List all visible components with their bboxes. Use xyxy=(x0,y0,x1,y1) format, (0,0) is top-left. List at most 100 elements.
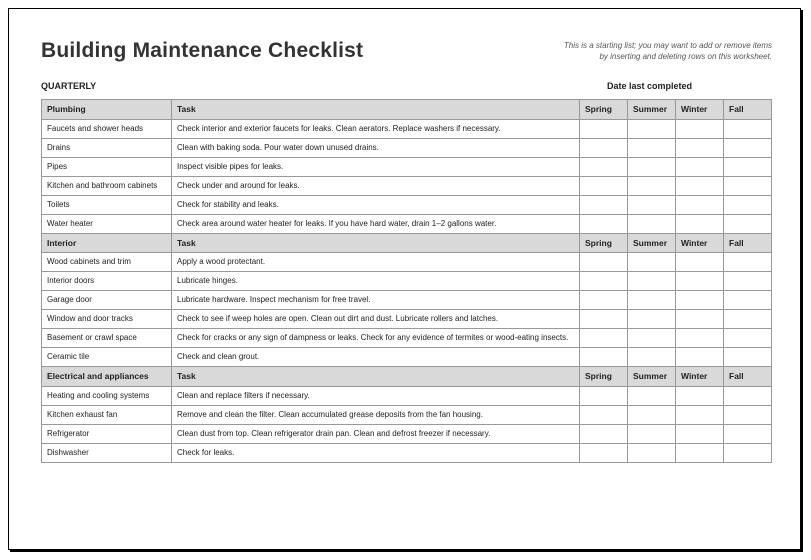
summer-cell[interactable] xyxy=(628,195,676,214)
item-cell: Kitchen exhaust fan xyxy=(42,405,172,424)
date-last-completed-label: Date last completed xyxy=(607,81,772,91)
summer-cell[interactable] xyxy=(628,157,676,176)
winter-cell[interactable] xyxy=(676,176,724,195)
summer-cell[interactable] xyxy=(628,291,676,310)
winter-cell[interactable] xyxy=(676,443,724,462)
fall-cell[interactable] xyxy=(724,272,772,291)
summer-cell[interactable] xyxy=(628,443,676,462)
col-fall-header: Fall xyxy=(724,233,772,253)
summer-cell[interactable] xyxy=(628,272,676,291)
winter-cell[interactable] xyxy=(676,291,724,310)
fall-cell[interactable] xyxy=(724,195,772,214)
spring-cell[interactable] xyxy=(580,424,628,443)
task-cell: Inspect visible pipes for leaks. xyxy=(172,157,580,176)
fall-cell[interactable] xyxy=(724,214,772,233)
col-summer-header: Summer xyxy=(628,100,676,120)
spring-cell[interactable] xyxy=(580,405,628,424)
instructions-note: This is a starting list; you may want to… xyxy=(564,39,772,63)
task-cell: Check for cracks or any sign of dampness… xyxy=(172,329,580,348)
summer-cell[interactable] xyxy=(628,253,676,272)
table-row: Wood cabinets and trimApply a wood prote… xyxy=(42,253,772,272)
item-cell: Wood cabinets and trim xyxy=(42,253,172,272)
summer-cell[interactable] xyxy=(628,424,676,443)
table-row: Interior doorsLubricate hinges. xyxy=(42,272,772,291)
col-fall-header: Fall xyxy=(724,367,772,387)
winter-cell[interactable] xyxy=(676,329,724,348)
table-row: Kitchen and bathroom cabinetsCheck under… xyxy=(42,176,772,195)
col-summer-header: Summer xyxy=(628,233,676,253)
summer-cell[interactable] xyxy=(628,310,676,329)
table-row: ToiletsCheck for stability and leaks. xyxy=(42,195,772,214)
summer-cell[interactable] xyxy=(628,405,676,424)
spring-cell[interactable] xyxy=(580,272,628,291)
col-spring-header: Spring xyxy=(580,100,628,120)
winter-cell[interactable] xyxy=(676,310,724,329)
fall-cell[interactable] xyxy=(724,443,772,462)
spring-cell[interactable] xyxy=(580,329,628,348)
header: Building Maintenance Checklist This is a… xyxy=(41,39,772,63)
fall-cell[interactable] xyxy=(724,329,772,348)
task-cell: Apply a wood protectant. xyxy=(172,253,580,272)
spring-cell[interactable] xyxy=(580,253,628,272)
winter-cell[interactable] xyxy=(676,386,724,405)
section-name: Interior xyxy=(42,233,172,253)
spring-cell[interactable] xyxy=(580,348,628,367)
winter-cell[interactable] xyxy=(676,348,724,367)
summer-cell[interactable] xyxy=(628,386,676,405)
frequency-label: QUARTERLY xyxy=(41,81,96,91)
fall-cell[interactable] xyxy=(724,386,772,405)
fall-cell[interactable] xyxy=(724,253,772,272)
fall-cell[interactable] xyxy=(724,348,772,367)
spring-cell[interactable] xyxy=(580,443,628,462)
fall-cell[interactable] xyxy=(724,138,772,157)
fall-cell[interactable] xyxy=(724,424,772,443)
winter-cell[interactable] xyxy=(676,253,724,272)
winter-cell[interactable] xyxy=(676,157,724,176)
fall-cell[interactable] xyxy=(724,176,772,195)
col-winter-header: Winter xyxy=(676,367,724,387)
sub-header: QUARTERLY Date last completed xyxy=(41,81,772,91)
winter-cell[interactable] xyxy=(676,119,724,138)
col-winter-header: Winter xyxy=(676,100,724,120)
table-row: Faucets and shower headsCheck interior a… xyxy=(42,119,772,138)
spring-cell[interactable] xyxy=(580,291,628,310)
spring-cell[interactable] xyxy=(580,310,628,329)
table-row: Kitchen exhaust fanRemove and clean the … xyxy=(42,405,772,424)
summer-cell[interactable] xyxy=(628,138,676,157)
task-cell: Check to see if weep holes are open. Cle… xyxy=(172,310,580,329)
fall-cell[interactable] xyxy=(724,310,772,329)
spring-cell[interactable] xyxy=(580,195,628,214)
item-cell: Ceramic tile xyxy=(42,348,172,367)
summer-cell[interactable] xyxy=(628,119,676,138)
fall-cell[interactable] xyxy=(724,405,772,424)
fall-cell[interactable] xyxy=(724,291,772,310)
winter-cell[interactable] xyxy=(676,214,724,233)
spring-cell[interactable] xyxy=(580,119,628,138)
task-cell: Clean dust from top. Clean refrigerator … xyxy=(172,424,580,443)
winter-cell[interactable] xyxy=(676,272,724,291)
task-cell: Check area around water heater for leaks… xyxy=(172,214,580,233)
fall-cell[interactable] xyxy=(724,157,772,176)
item-cell: Window and door tracks xyxy=(42,310,172,329)
summer-cell[interactable] xyxy=(628,348,676,367)
spring-cell[interactable] xyxy=(580,157,628,176)
spring-cell[interactable] xyxy=(580,214,628,233)
winter-cell[interactable] xyxy=(676,424,724,443)
table-row: Heating and cooling systemsClean and rep… xyxy=(42,386,772,405)
checklist-table: PlumbingTaskSpringSummerWinterFallFaucet… xyxy=(41,99,772,463)
summer-cell[interactable] xyxy=(628,176,676,195)
table-row: PipesInspect visible pipes for leaks. xyxy=(42,157,772,176)
item-cell: Pipes xyxy=(42,157,172,176)
spring-cell[interactable] xyxy=(580,176,628,195)
summer-cell[interactable] xyxy=(628,329,676,348)
winter-cell[interactable] xyxy=(676,138,724,157)
table-row: Water heaterCheck area around water heat… xyxy=(42,214,772,233)
fall-cell[interactable] xyxy=(724,119,772,138)
spring-cell[interactable] xyxy=(580,386,628,405)
section-header-row: InteriorTaskSpringSummerWinterFall xyxy=(42,233,772,253)
winter-cell[interactable] xyxy=(676,195,724,214)
summer-cell[interactable] xyxy=(628,214,676,233)
winter-cell[interactable] xyxy=(676,405,724,424)
col-task-header: Task xyxy=(172,367,580,387)
spring-cell[interactable] xyxy=(580,138,628,157)
